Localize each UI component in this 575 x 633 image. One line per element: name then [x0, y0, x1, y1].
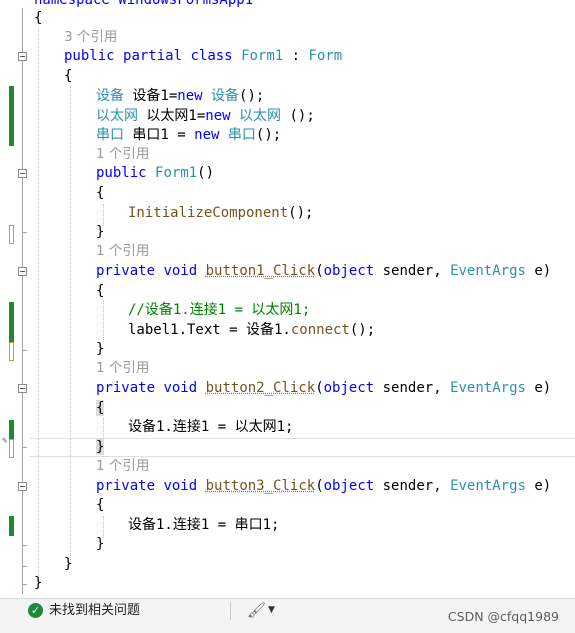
code-line[interactable]: namespace WindowsFormsApp1 [34, 0, 253, 10]
code-line[interactable]: } [96, 340, 104, 359]
editor-margin: ✎ [0, 0, 30, 598]
collapse-ctor-icon[interactable] [18, 169, 27, 178]
code-line[interactable]: { [96, 184, 104, 203]
collapse-class-icon[interactable] [18, 52, 27, 61]
watermark: CSDN @cfqq1989 [447, 609, 559, 624]
change-marker-saved [9, 86, 14, 146]
checkmark-circle-icon[interactable]: ✓ [28, 603, 43, 618]
codelens-references[interactable]: 1 个引用 [96, 242, 149, 261]
constructor-declaration[interactable]: public Form1() [96, 164, 214, 183]
change-marker-unsaved [9, 342, 14, 361]
code-cleanup-brush-icon[interactable]: 🖌 [247, 601, 266, 619]
collapse-method-icon[interactable] [18, 482, 27, 491]
field-declaration[interactable]: 串口 串口1 = new 串口(); [96, 126, 281, 145]
codelens-references[interactable]: 1 个引用 [96, 457, 149, 476]
change-marker-saved [9, 516, 14, 536]
code-line[interactable]: 设备1.连接1 = 串口1; [128, 516, 279, 535]
class-declaration[interactable]: public partial class Form1 : Form [64, 47, 342, 66]
comment-line[interactable]: //设备1.连接1 = 以太网1; [128, 301, 310, 320]
code-line[interactable]: 设备1.连接1 = 以太网1; [128, 418, 293, 437]
code-line[interactable]: { [34, 9, 42, 28]
change-marker-saved [9, 420, 14, 439]
issues-status-text[interactable]: 未找到相关问题 [49, 603, 140, 619]
code-line[interactable]: label1.Text = 设备1.connect(); [128, 321, 375, 340]
edit-pencil-icon: ✎ [2, 436, 8, 446]
code-line[interactable]: } [96, 223, 104, 242]
code-line[interactable]: } [34, 574, 42, 593]
code-line[interactable]: { [96, 399, 105, 418]
code-line[interactable]: } [96, 438, 105, 457]
code-line[interactable]: } [96, 535, 104, 554]
collapse-method-icon[interactable] [18, 384, 27, 393]
change-marker-unsaved [9, 439, 14, 458]
code-line[interactable]: { [64, 67, 72, 86]
code-line[interactable]: { [96, 496, 104, 515]
change-marker-saved [9, 302, 14, 342]
code-line[interactable]: InitializeComponent(); [128, 204, 313, 223]
code-line[interactable]: } [64, 555, 72, 574]
change-marker-unsaved [9, 225, 14, 244]
codelens-references[interactable]: 1 个引用 [96, 145, 149, 164]
collapse-method-icon[interactable] [18, 267, 27, 276]
field-declaration[interactable]: 以太网 以太网1=new 以太网 (); [96, 107, 315, 126]
code-line[interactable]: { [96, 282, 104, 301]
status-divider [230, 602, 231, 620]
method-declaration[interactable]: private void button1_Click(object sender… [96, 262, 551, 281]
codelens-references[interactable]: 3 个引用 [64, 28, 117, 47]
dropdown-caret-icon[interactable]: ▼ [268, 604, 275, 616]
code-editor[interactable]: ✎ namespace WindowsFormsApp1 { 3 个引用 pub… [0, 0, 575, 598]
field-declaration[interactable]: 设备 设备1=new 设备(); [96, 87, 264, 106]
method-declaration[interactable]: private void button3_Click(object sender… [96, 477, 551, 496]
codelens-references[interactable]: 1 个引用 [96, 359, 149, 378]
method-declaration[interactable]: private void button2_Click(object sender… [96, 379, 551, 398]
current-line-highlight [30, 438, 575, 457]
